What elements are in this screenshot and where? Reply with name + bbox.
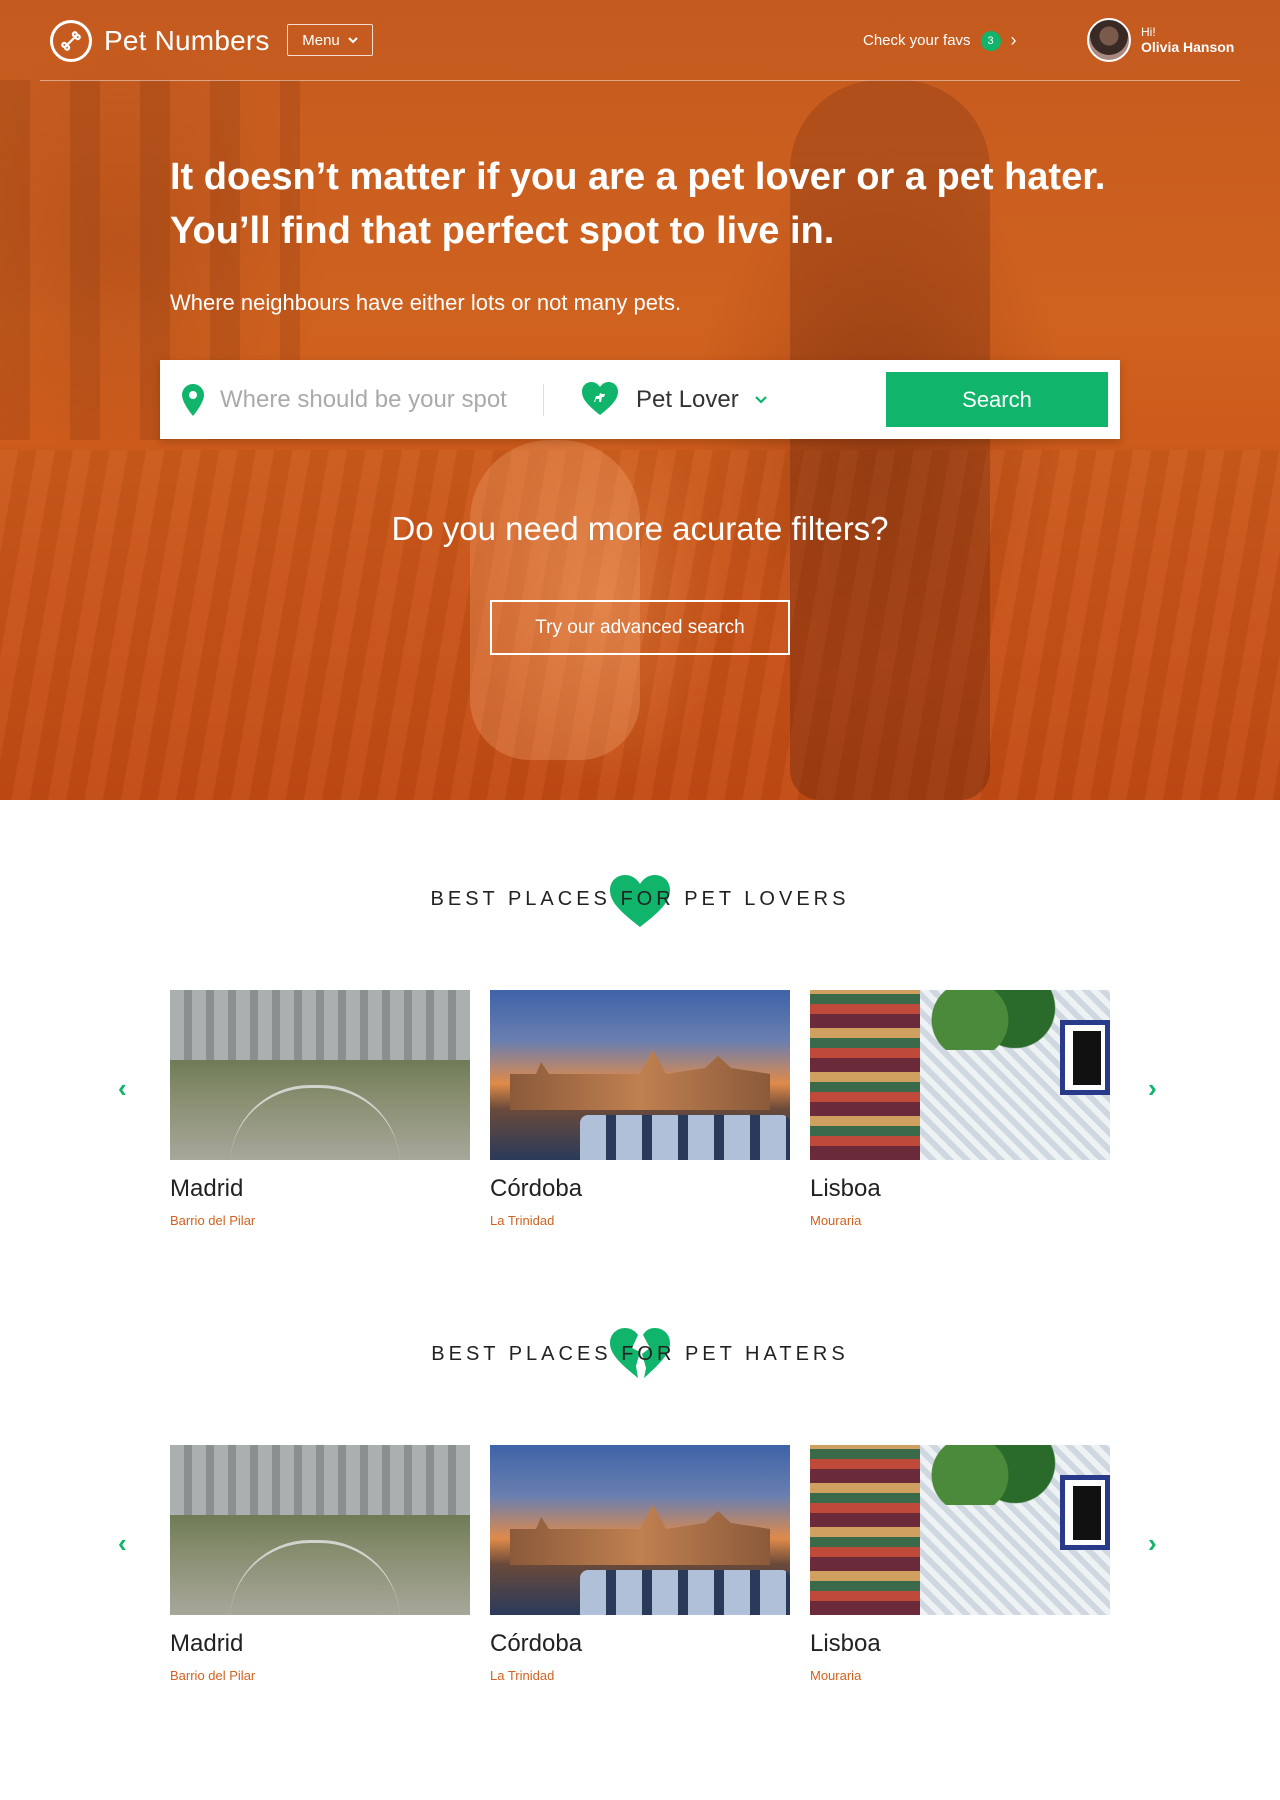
place-card[interactable]: Córdoba La Trinidad xyxy=(490,1445,790,1683)
chevron-right-icon: › xyxy=(1010,30,1017,50)
place-city: Lisboa xyxy=(810,1175,881,1202)
place-neighbourhood: La Trinidad xyxy=(490,1213,555,1228)
place-neighbourhood: La Trinidad xyxy=(490,1668,555,1683)
chevron-left-icon[interactable]: ‹ xyxy=(118,1073,127,1104)
hero-headline: It doesn’t matter if you are a pet lover… xyxy=(170,156,1106,252)
chevron-down-icon xyxy=(348,37,358,44)
location-search-input[interactable] xyxy=(220,380,520,420)
logo[interactable]: Pet Numbers xyxy=(50,20,270,62)
place-image xyxy=(490,1445,790,1615)
heart-dog-icon xyxy=(582,382,618,415)
search-button[interactable]: Search xyxy=(886,372,1108,427)
place-card[interactable]: Córdoba La Trinidad xyxy=(490,990,790,1228)
place-neighbourhood: Barrio del Pilar xyxy=(170,1668,256,1683)
place-image xyxy=(170,1445,470,1615)
place-card[interactable]: Madrid Barrio del Pilar xyxy=(170,990,470,1228)
place-image xyxy=(170,990,470,1160)
haters-carousel: ‹ Madrid Barrio del Pilar Córdoba La Tri… xyxy=(0,1445,1280,1705)
place-image xyxy=(490,990,790,1160)
lovers-carousel: ‹ Madrid Barrio del Pilar Córdoba La Tri… xyxy=(0,990,1280,1250)
chevron-down-icon xyxy=(754,396,767,404)
place-neighbourhood: Mouraria xyxy=(810,1668,862,1683)
hero-banner: Pet Numbers Menu Check your favs 3 › Hi!… xyxy=(0,0,1280,800)
favs-count-badge: 3 xyxy=(980,30,1001,51)
filters-question: Do you need more acurate filters? xyxy=(391,510,889,547)
place-city: Lisboa xyxy=(810,1630,881,1657)
place-city: Madrid xyxy=(170,1175,244,1202)
search-divider xyxy=(543,384,544,416)
user-name: Olivia Hanson xyxy=(1141,39,1235,55)
menu-label: Menu xyxy=(302,31,340,49)
place-card[interactable]: Madrid Barrio del Pilar xyxy=(170,1445,470,1683)
map-pin-icon xyxy=(182,384,204,416)
place-neighbourhood: Barrio del Pilar xyxy=(170,1213,256,1228)
place-neighbourhood: Mouraria xyxy=(810,1213,862,1228)
pet-type-select[interactable]: Pet Lover xyxy=(636,386,767,414)
menu-button[interactable]: Menu xyxy=(287,24,373,56)
lovers-section-title: BEST PLACES FOR PET LOVERS xyxy=(430,888,850,910)
place-image xyxy=(810,990,1110,1160)
hero-subline: Where neighbours have either lots or not… xyxy=(170,290,682,315)
user-text: Hi! Olivia Hanson xyxy=(1141,25,1234,55)
place-card[interactable]: Lisboa Mouraria xyxy=(810,1445,1110,1683)
place-city: Madrid xyxy=(170,1630,244,1657)
haters-section-title: BEST PLACES FOR PET HATERS xyxy=(431,1343,849,1365)
advanced-search-button[interactable]: Try our advanced search xyxy=(490,600,790,655)
place-image xyxy=(810,1445,1110,1615)
chevron-left-icon[interactable]: ‹ xyxy=(118,1528,127,1559)
avatar xyxy=(1087,18,1131,62)
search-bar: Pet Lover Search xyxy=(160,360,1120,439)
favs-label: Check your favs xyxy=(863,32,971,49)
favs-link[interactable]: Check your favs 3 › xyxy=(863,30,1017,51)
bone-icon xyxy=(50,20,92,62)
chevron-right-icon[interactable]: › xyxy=(1148,1528,1157,1559)
logo-text: Pet Numbers xyxy=(104,25,270,56)
chevron-right-icon[interactable]: › xyxy=(1148,1073,1157,1104)
place-city: Córdoba xyxy=(490,1175,583,1202)
user-greeting: Hi! xyxy=(1141,25,1156,39)
top-nav: Pet Numbers Menu Check your favs 3 › Hi!… xyxy=(40,0,1240,81)
place-card[interactable]: Lisboa Mouraria xyxy=(810,990,1110,1228)
pet-type-value: Pet Lover xyxy=(636,386,739,413)
place-city: Córdoba xyxy=(490,1630,583,1657)
user-profile[interactable]: Hi! Olivia Hanson xyxy=(1087,18,1234,62)
